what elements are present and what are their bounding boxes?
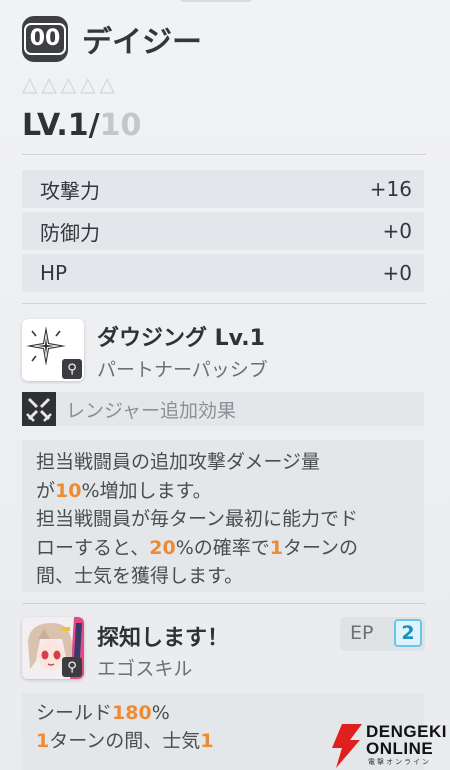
highlight-value: 1 bbox=[269, 536, 283, 559]
highlight-value: 1 bbox=[200, 730, 214, 752]
lightning-bolt-icon bbox=[332, 724, 362, 768]
ranger-bonus-bar: レンジャー追加効果 bbox=[22, 392, 424, 426]
desc-line: ローすると、20%の確率で1ターンの bbox=[36, 536, 359, 559]
rank-stars-icon: △△△△△ bbox=[22, 72, 119, 96]
stat-row-defense: 防御力 +0 bbox=[22, 212, 424, 250]
desc-line: が10%増加します。 bbox=[36, 479, 212, 502]
ego-skill-portrait[interactable]: ⚲ bbox=[22, 617, 84, 679]
ranger-crossed-swords-icon bbox=[22, 392, 56, 426]
stat-label: 防御力 bbox=[40, 220, 100, 245]
watermark-line2: ONLINE bbox=[366, 739, 434, 758]
divider bbox=[22, 303, 426, 304]
ranger-bonus-label: レンジャー追加効果 bbox=[66, 400, 237, 422]
stat-value: +0 bbox=[382, 219, 412, 243]
level-current: 1 bbox=[67, 108, 89, 143]
highlight-value: 20 bbox=[149, 536, 176, 559]
level-label: LV. bbox=[22, 108, 68, 143]
divider bbox=[22, 154, 426, 155]
magnifier-icon[interactable]: ⚲ bbox=[62, 657, 82, 677]
ep-cost-badge: EP 2 bbox=[340, 617, 425, 651]
highlight-value: 1 bbox=[36, 730, 50, 752]
magnifier-icon[interactable]: ⚲ bbox=[62, 359, 82, 379]
stat-value: +16 bbox=[369, 177, 412, 201]
level-max: 10 bbox=[99, 108, 142, 143]
character-badge: 00 bbox=[22, 16, 68, 62]
stat-label: 攻撃力 bbox=[40, 178, 100, 203]
stat-row-attack: 攻撃力 +16 bbox=[22, 170, 424, 208]
partner-detail-panel: 00 デイジー △△△△△ LV.1/10 攻撃力 +16 防御力 +0 HP … bbox=[0, 0, 450, 770]
dengeki-online-watermark: DENGEKI ONLINE 電撃オンライン bbox=[330, 722, 448, 768]
top-tab-handle bbox=[180, 0, 252, 2]
desc-line: 担当戦闘員が毎ターン最初に能力でド bbox=[36, 508, 359, 530]
skill-description: 担当戦闘員の追加攻撃ダメージ量 が10%増加します。 担当戦闘員が毎ターン最初に… bbox=[22, 440, 424, 592]
ep-value: 2 bbox=[394, 619, 422, 647]
watermark-line3: 電撃オンライン bbox=[368, 758, 431, 766]
ego-skill-type: エゴスキル bbox=[97, 658, 193, 680]
divider bbox=[22, 603, 426, 604]
character-name: デイジー bbox=[82, 25, 202, 60]
stat-row-hp: HP +0 bbox=[22, 254, 424, 292]
desc-line: 担当戦闘員の追加攻撃ダメージ量 bbox=[36, 451, 321, 473]
ego-skill-name: 探知します！ bbox=[97, 626, 230, 651]
level-display: LV.1/10 bbox=[22, 108, 141, 143]
stat-value: +0 bbox=[382, 261, 412, 285]
skill-name: ダウジング Lv.1 bbox=[97, 326, 265, 351]
highlight-value: 180 bbox=[112, 702, 152, 724]
desc-line: 間、士気を獲得します。 bbox=[36, 565, 244, 587]
level-separator: / bbox=[88, 108, 100, 143]
stat-label: HP bbox=[40, 261, 68, 285]
ep-label: EP bbox=[350, 622, 374, 644]
skill-type: パートナーパッシブ bbox=[97, 359, 268, 381]
dowsing-skill-icon[interactable]: ⚲ bbox=[22, 319, 84, 381]
highlight-value: 10 bbox=[55, 479, 82, 502]
